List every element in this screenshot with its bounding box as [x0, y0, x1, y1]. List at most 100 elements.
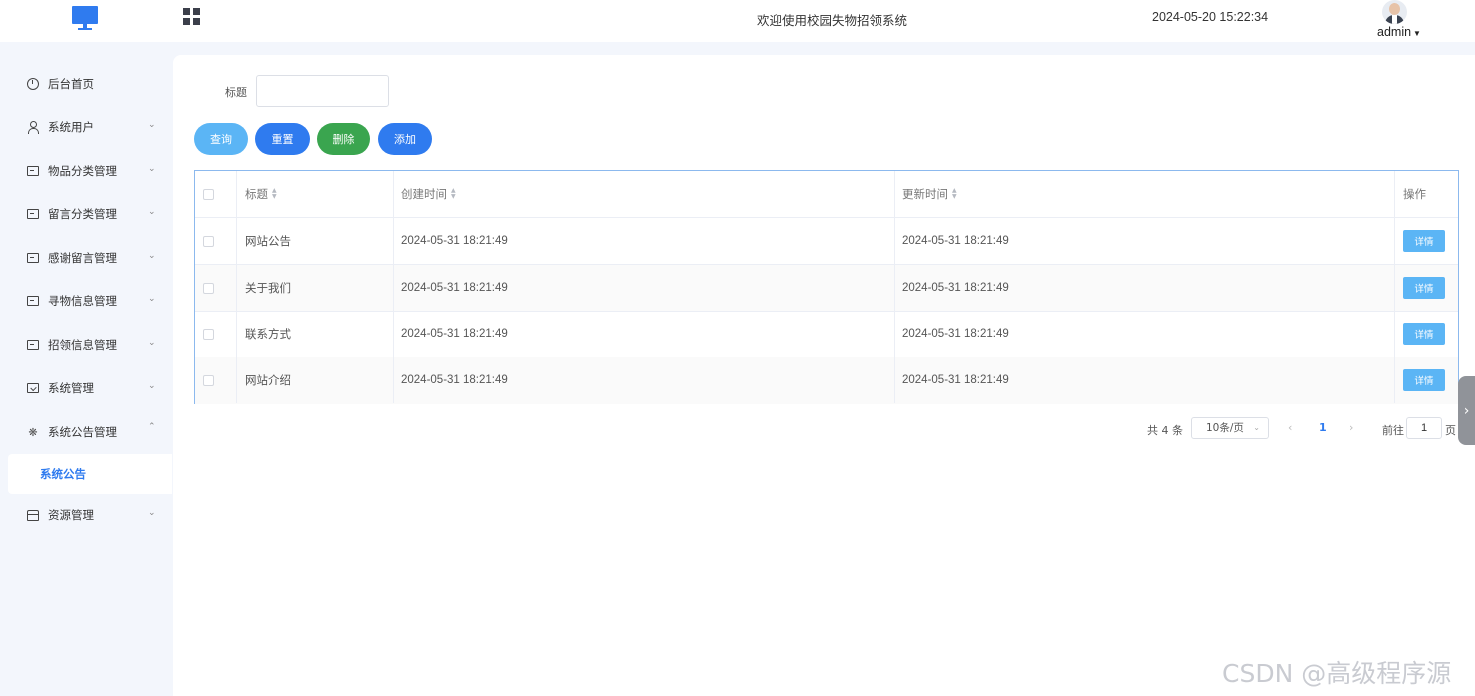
- table-row: 网站介绍 2024-05-31 18:21:49 2024-05-31 18:2…: [195, 357, 1458, 404]
- sidebar-item-label: 资源管理: [48, 508, 94, 522]
- row-updated: 2024-05-31 18:21:49: [895, 311, 1395, 357]
- row-created: 2024-05-31 18:21:49: [394, 265, 895, 311]
- table-row: 关于我们 2024-05-31 18:21:49 2024-05-31 18:2…: [195, 265, 1458, 312]
- header-select-all[interactable]: [195, 171, 237, 217]
- clock-icon: [26, 77, 40, 91]
- card-icon: [26, 294, 40, 308]
- sidebar-item-label: 招领信息管理: [48, 338, 117, 352]
- table-row: 网站公告 2024-05-31 18:21:49 2024-05-31 18:2…: [195, 218, 1458, 265]
- row-checkbox[interactable]: [203, 328, 214, 340]
- sidebar-item-label: 留言分类管理: [48, 207, 117, 221]
- chevron-down-icon: ⌄: [148, 207, 156, 217]
- page-size-value: 10条/页: [1206, 422, 1244, 434]
- header-created[interactable]: 创建时间 ▲ ▼: [394, 171, 895, 217]
- sidebar-item-users[interactable]: 系统用户 ⌄: [0, 109, 172, 145]
- card-icon: [26, 207, 40, 221]
- sidebar-item-message-category[interactable]: 留言分类管理 ⌄: [0, 196, 172, 232]
- table-header-row: 标题 ▲ ▼ 创建时间 ▲ ▼ 更新时间 ▲ ▼ 操作: [195, 171, 1458, 218]
- chevron-down-icon: ⌄: [1253, 423, 1260, 432]
- reset-button[interactable]: 重置: [255, 123, 310, 155]
- sidebar-item-announcements[interactable]: ❋ 系统公告管理 ⌃: [0, 414, 172, 450]
- card-icon: [26, 338, 40, 352]
- detail-button[interactable]: 详情: [1403, 323, 1445, 345]
- query-button[interactable]: 查询: [194, 123, 248, 155]
- chevron-down-icon: ▼: [1413, 29, 1421, 38]
- detail-button[interactable]: 详情: [1403, 230, 1445, 252]
- sort-icon[interactable]: ▲ ▼: [272, 188, 277, 200]
- search-input[interactable]: [256, 75, 389, 107]
- sidebar-item-system[interactable]: 系统管理 ⌄: [0, 370, 172, 406]
- row-checkbox[interactable]: [203, 235, 214, 247]
- main-panel: 标题 查询 重置 删除 添加 标题 ▲ ▼ 创建时间 ▲ ▼ 更新时间 ▲ ▼ 操作 网站公…: [173, 55, 1475, 696]
- row-checkbox[interactable]: [203, 374, 214, 386]
- pager-total: 共 4 条: [1147, 424, 1183, 437]
- chevron-left-icon[interactable]: ‹: [1288, 421, 1292, 434]
- chevron-down-icon: ⌄: [148, 508, 156, 518]
- detail-button[interactable]: 详情: [1403, 277, 1445, 299]
- row-updated: 2024-05-31 18:21:49: [895, 265, 1395, 311]
- checkbox[interactable]: [203, 188, 214, 200]
- add-button[interactable]: 添加: [378, 123, 432, 155]
- row-title: 网站公告: [237, 218, 394, 264]
- user-name: admin: [1377, 25, 1412, 39]
- chevron-right-icon[interactable]: ›: [1349, 421, 1353, 434]
- delete-button[interactable]: 删除: [317, 123, 370, 155]
- sidebar-item-label: 感谢留言管理: [48, 251, 117, 265]
- chevron-down-icon: ⌄: [148, 120, 156, 130]
- shop-icon: [26, 508, 40, 522]
- card-icon: [26, 251, 40, 265]
- row-updated: 2024-05-31 18:21:49: [895, 357, 1395, 403]
- card-icon: [26, 164, 40, 178]
- search-label: 标题: [225, 86, 247, 99]
- detail-button[interactable]: 详情: [1403, 369, 1445, 391]
- sidebar-item-lost-info[interactable]: 寻物信息管理 ⌄: [0, 283, 172, 319]
- sidebar-item-item-category[interactable]: 物品分类管理 ⌄: [0, 153, 172, 189]
- header-updated[interactable]: 更新时间 ▲ ▼: [895, 171, 1395, 217]
- sidebar-item-thanks[interactable]: 感谢留言管理 ⌄: [0, 240, 172, 276]
- pager-goto-label: 前往: [1382, 424, 1404, 437]
- sort-icon[interactable]: ▲ ▼: [451, 188, 456, 200]
- chevron-up-icon: ⌃: [148, 422, 156, 432]
- sidebar-item-dashboard[interactable]: 后台首页: [0, 66, 172, 102]
- pager-page-suffix: 页: [1445, 424, 1456, 437]
- sidebar: 后台首页 系统用户 ⌄ 物品分类管理 ⌄ 留言分类管理 ⌄ 感谢留言管理 ⌄ 寻…: [0, 42, 172, 696]
- side-drawer-toggle[interactable]: ›: [1458, 376, 1475, 445]
- row-created: 2024-05-31 18:21:49: [394, 311, 895, 357]
- page-size-select[interactable]: 10条/页 ⌄: [1191, 417, 1269, 439]
- user-icon: [26, 120, 40, 134]
- header-actions-label: 操作: [1403, 187, 1426, 201]
- row-title: 关于我们: [237, 265, 394, 311]
- welcome-title: 欢迎使用校园失物招领系统: [756, 13, 907, 28]
- chevron-down-icon: ⌄: [148, 381, 156, 391]
- row-checkbox[interactable]: [203, 282, 214, 294]
- sidebar-item-found-info[interactable]: 招领信息管理 ⌄: [0, 327, 172, 363]
- monitor-icon[interactable]: [72, 6, 98, 30]
- pager-goto-input[interactable]: [1406, 417, 1442, 439]
- chevron-right-icon: ›: [1463, 402, 1470, 419]
- row-title: 联系方式: [237, 311, 394, 357]
- grid-icon[interactable]: [183, 8, 200, 25]
- row-created: 2024-05-31 18:21:49: [394, 357, 895, 403]
- header-actions: 操作: [1395, 171, 1458, 217]
- check-box-icon: [26, 381, 40, 395]
- sidebar-item-label: 系统公告管理: [48, 425, 117, 439]
- row-created: 2024-05-31 18:21:49: [394, 218, 895, 264]
- pager-current-page[interactable]: 1: [1319, 421, 1327, 434]
- sidebar-item-label: 寻物信息管理: [48, 294, 117, 308]
- chevron-down-icon: ⌄: [148, 338, 156, 348]
- avatar[interactable]: [1382, 0, 1407, 24]
- header-title-label: 标题: [245, 187, 268, 201]
- header-created-label: 创建时间: [401, 187, 447, 201]
- sidebar-item-label: 系统用户: [48, 120, 94, 134]
- chevron-down-icon: ⌄: [148, 294, 156, 304]
- user-menu[interactable]: admin ▼: [1377, 25, 1421, 39]
- header-title[interactable]: 标题 ▲ ▼: [237, 171, 394, 217]
- sidebar-item-label: 系统管理: [48, 381, 94, 395]
- chevron-down-icon: ⌄: [148, 251, 156, 261]
- sidebar-subitem-announcement[interactable]: 系统公告: [8, 454, 172, 494]
- sparkle-icon: ❋: [28, 425, 38, 439]
- row-title: 网站介绍: [237, 357, 394, 403]
- current-datetime: 2024-05-20 15:22:34: [1152, 10, 1269, 24]
- sidebar-item-resources[interactable]: 资源管理 ⌄: [0, 497, 172, 533]
- sort-icon[interactable]: ▲ ▼: [952, 188, 957, 200]
